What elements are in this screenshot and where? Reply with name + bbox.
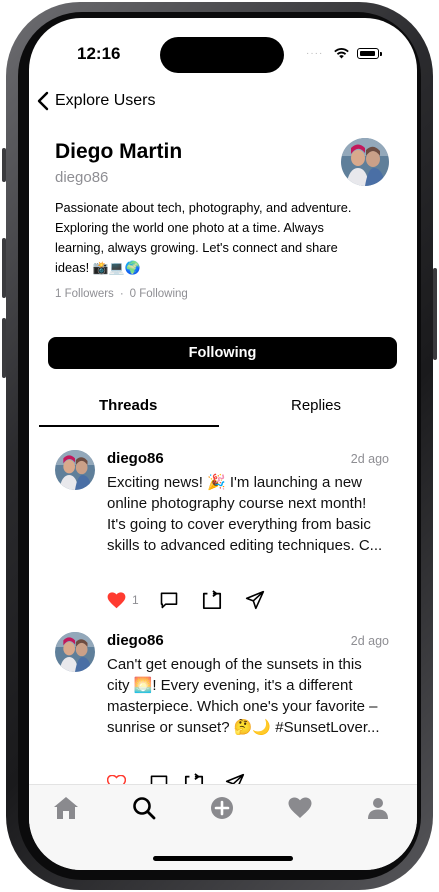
heart-icon	[288, 797, 312, 818]
post-timestamp: 2d ago	[350, 452, 389, 466]
back-label: Explore Users	[55, 92, 156, 109]
dynamic-island	[160, 37, 284, 73]
back-button[interactable]: Explore Users	[37, 90, 155, 112]
post-text: Exciting news! 🎉 I'm launching a new onl…	[107, 472, 397, 556]
avatar[interactable]	[341, 138, 389, 186]
post-username[interactable]: diego86	[107, 632, 164, 649]
tab-threads[interactable]: Threads	[99, 397, 157, 414]
status-bar: 12:16 ····	[29, 18, 417, 78]
home-indicator	[153, 856, 293, 861]
status-time: 12:16	[77, 44, 121, 63]
repost-button[interactable]	[201, 590, 245, 610]
battery-cap	[380, 52, 382, 56]
share-button[interactable]	[245, 590, 275, 610]
comment-icon	[160, 592, 178, 609]
avatar[interactable]	[55, 632, 95, 672]
stats-separator: ·	[119, 288, 124, 300]
profile-handle: diego86	[55, 169, 109, 186]
tab-search[interactable]	[129, 793, 159, 823]
profile-bio: Passionate about tech, photography, and …	[55, 200, 352, 275]
signal-icon: ····	[306, 48, 324, 59]
repost-icon	[202, 590, 222, 610]
post-text-line: It's going to cover everything from basi…	[107, 516, 371, 533]
screen: 12:16 ···· Explore Users Diego Martin di…	[29, 18, 417, 870]
send-icon	[245, 590, 265, 610]
tab-replies[interactable]: Replies	[291, 397, 341, 414]
following-button[interactable]: Following	[48, 337, 397, 369]
reply-button[interactable]	[159, 590, 201, 610]
tab-profile[interactable]	[363, 793, 393, 823]
power-button	[433, 268, 437, 360]
post-text-line: city 🌅! Every evening, it's a different	[107, 677, 353, 694]
post-text-line: sunrise or sunset? 🤔🌙 #SunsetLover...	[107, 719, 380, 736]
post-timestamp: 2d ago	[350, 634, 389, 648]
post-text-line: masterpiece. Which one's your favorite –	[107, 698, 378, 715]
profile-name: Diego Martin	[55, 140, 183, 163]
battery-icon	[357, 48, 379, 59]
followers-count[interactable]: 1 Followers	[55, 288, 114, 300]
like-count: 1	[132, 593, 139, 607]
heart-filled-icon	[107, 591, 126, 608]
tab-compose[interactable]	[207, 793, 237, 823]
post-text-line: skills to advanced editing techniques. C…	[107, 537, 383, 554]
following-count[interactable]: 0 Following	[130, 288, 188, 300]
profile-icon	[368, 798, 388, 819]
post-username[interactable]: diego86	[107, 450, 164, 467]
post-text: Can't get enough of the sunsets in this …	[107, 654, 397, 738]
tab-indicator	[39, 425, 219, 427]
chevron-left-icon	[37, 91, 49, 111]
post-text-line: online photography course next month!	[107, 495, 367, 512]
follow-stats: 1 Followers · 0 Following	[55, 288, 188, 300]
wifi-icon	[333, 46, 350, 64]
post-actions: 1	[107, 588, 275, 612]
post-text-line: Exciting news! 🎉 I'm launching a new	[107, 474, 362, 491]
avatar[interactable]	[55, 450, 95, 490]
post-text-line: Can't get enough of the sunsets in this	[107, 656, 362, 673]
like-button[interactable]: 1	[107, 591, 159, 609]
compose-icon	[211, 797, 233, 819]
tab-activity[interactable]	[285, 793, 315, 823]
home-icon	[54, 797, 78, 819]
tab-home[interactable]	[51, 793, 81, 823]
search-icon	[133, 797, 156, 820]
profile-tabs: Threads Replies	[39, 393, 409, 427]
